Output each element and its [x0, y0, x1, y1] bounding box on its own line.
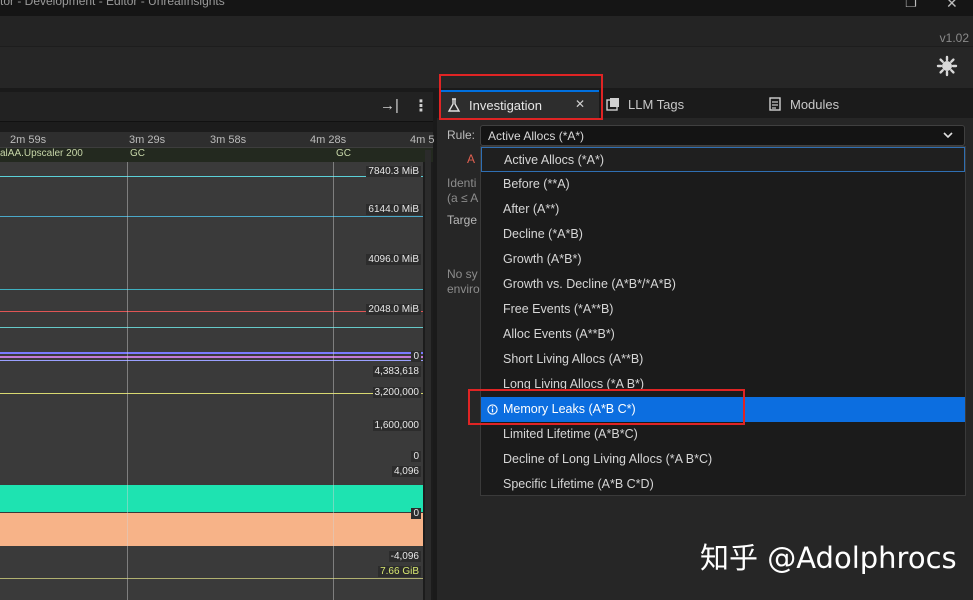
- rule-option[interactable]: Alloc Events (A**B*): [481, 322, 965, 347]
- rule-dropdown-list: Active Allocs (*A*) Before (**A) After (…: [480, 146, 966, 496]
- tab-modules[interactable]: Modules: [768, 90, 918, 118]
- free-count-band: [0, 513, 423, 546]
- event-track: alAA.Upscaler 200 GC GC: [0, 148, 433, 162]
- graph-line: [0, 176, 423, 177]
- snap-to-end-icon[interactable]: →|: [380, 97, 399, 114]
- status-text: No sy: [447, 267, 478, 281]
- description-text: (a ≤ A: [447, 191, 479, 205]
- rule-option[interactable]: Specific Lifetime (A*B C*D): [481, 472, 965, 497]
- value-label: 2048.0 MiB: [366, 304, 421, 315]
- event-label: GC: [336, 148, 351, 159]
- rule-option[interactable]: Decline (*A*B): [481, 222, 965, 247]
- watermark: 知乎 @Adolphrocs: [700, 541, 957, 575]
- event-label: alAA.Upscaler 200: [0, 148, 83, 159]
- value-label: -4,096: [388, 551, 421, 562]
- time-tick-label: 2m 59s: [10, 134, 47, 146]
- value-label: 0: [411, 351, 421, 362]
- rule-option[interactable]: Active Allocs (*A*): [481, 147, 965, 172]
- graph-line: [0, 393, 423, 394]
- event-label: GC: [130, 148, 145, 159]
- graph-line: [0, 216, 423, 217]
- value-label: 3,200,000: [372, 387, 421, 398]
- window-title: tor - Development - Editor - UnrealInsig…: [0, 0, 225, 8]
- rule-option[interactable]: Short Living Allocs (A**B): [481, 347, 965, 372]
- rule-option[interactable]: Before (**A): [481, 172, 965, 197]
- tab-llm-tags[interactable]: LLM Tags: [606, 90, 756, 118]
- settings-gear-icon[interactable]: [936, 55, 958, 77]
- rule-option[interactable]: Free Events (*A**B): [481, 297, 965, 322]
- rule-option[interactable]: After (A**): [481, 197, 965, 222]
- annotation-highlight-option: [468, 389, 745, 425]
- version-label: v1.02: [939, 31, 969, 45]
- graph-line: [0, 352, 423, 354]
- time-tick-label: 3m 58s: [210, 134, 247, 146]
- value-label: 0: [411, 508, 421, 519]
- value-label: 1,600,000: [372, 420, 421, 431]
- tags-icon: [606, 98, 619, 111]
- tab-label: Modules: [790, 96, 840, 112]
- description-text: Identi: [447, 176, 477, 190]
- graph-line: [0, 311, 423, 312]
- gc-marker-line: [333, 162, 334, 600]
- close-window-icon[interactable]: ✕: [946, 0, 958, 12]
- restore-window-icon[interactable]: ❐: [905, 0, 917, 11]
- value-label: 4096.0 MiB: [366, 254, 421, 265]
- value-label: 4,383,618: [372, 366, 421, 377]
- value-label: 0: [411, 451, 421, 462]
- modules-icon: [769, 97, 781, 111]
- value-label: 4,096: [391, 466, 421, 477]
- timeline-header: [0, 92, 433, 122]
- window-title-bar: tor - Development - Editor - UnrealInsig…: [0, 0, 973, 16]
- chevron-down-icon: [943, 132, 953, 139]
- rule-option[interactable]: Growth (A*B*): [481, 247, 965, 272]
- graph-line: [0, 289, 423, 290]
- graph-line: [0, 327, 423, 328]
- time-marker-a: A: [467, 152, 476, 166]
- tab-label: LLM Tags: [628, 96, 685, 112]
- document-tab-strip: [0, 16, 973, 46]
- status-text: enviro: [447, 282, 480, 296]
- rule-select[interactable]: Active Allocs (*A*): [480, 125, 965, 146]
- graph-line: [0, 356, 423, 358]
- rule-label: Rule:: [447, 128, 476, 142]
- gc-marker-line: [127, 162, 128, 600]
- time-tick-label: 4m 28s: [310, 134, 347, 146]
- rule-option[interactable]: Decline of Long Living Allocs (*A B*C): [481, 447, 965, 472]
- timeline-scrollbar[interactable]: [425, 150, 431, 600]
- time-tick-label: 3m 29s: [129, 134, 166, 146]
- value-label: 7.66 GiB: [378, 566, 421, 577]
- time-ruler[interactable]: 2m 59s 3m 29s 3m 58s 4m 28s 4m 5: [0, 132, 435, 148]
- alloc-count-band: [0, 485, 423, 512]
- rule-option[interactable]: Limited Lifetime (A*B*C): [481, 422, 965, 447]
- graph-line: [0, 360, 423, 361]
- time-tick-label: 4m 5: [410, 134, 435, 146]
- rule-option[interactable]: Growth vs. Decline (A*B*/*A*B): [481, 272, 965, 297]
- rule-select-value: Active Allocs (*A*): [488, 129, 585, 143]
- more-options-icon[interactable]: ⋮: [413, 96, 429, 116]
- annotation-highlight-tab: [439, 74, 603, 120]
- target-label: Targe: [447, 213, 478, 227]
- value-label: 7840.3 MiB: [366, 166, 421, 177]
- graph-line: [0, 578, 423, 579]
- value-label: 6144.0 MiB: [366, 204, 421, 215]
- memory-graph[interactable]: 7840.3 MiB 6144.0 MiB 4096.0 MiB 2048.0 …: [0, 162, 423, 600]
